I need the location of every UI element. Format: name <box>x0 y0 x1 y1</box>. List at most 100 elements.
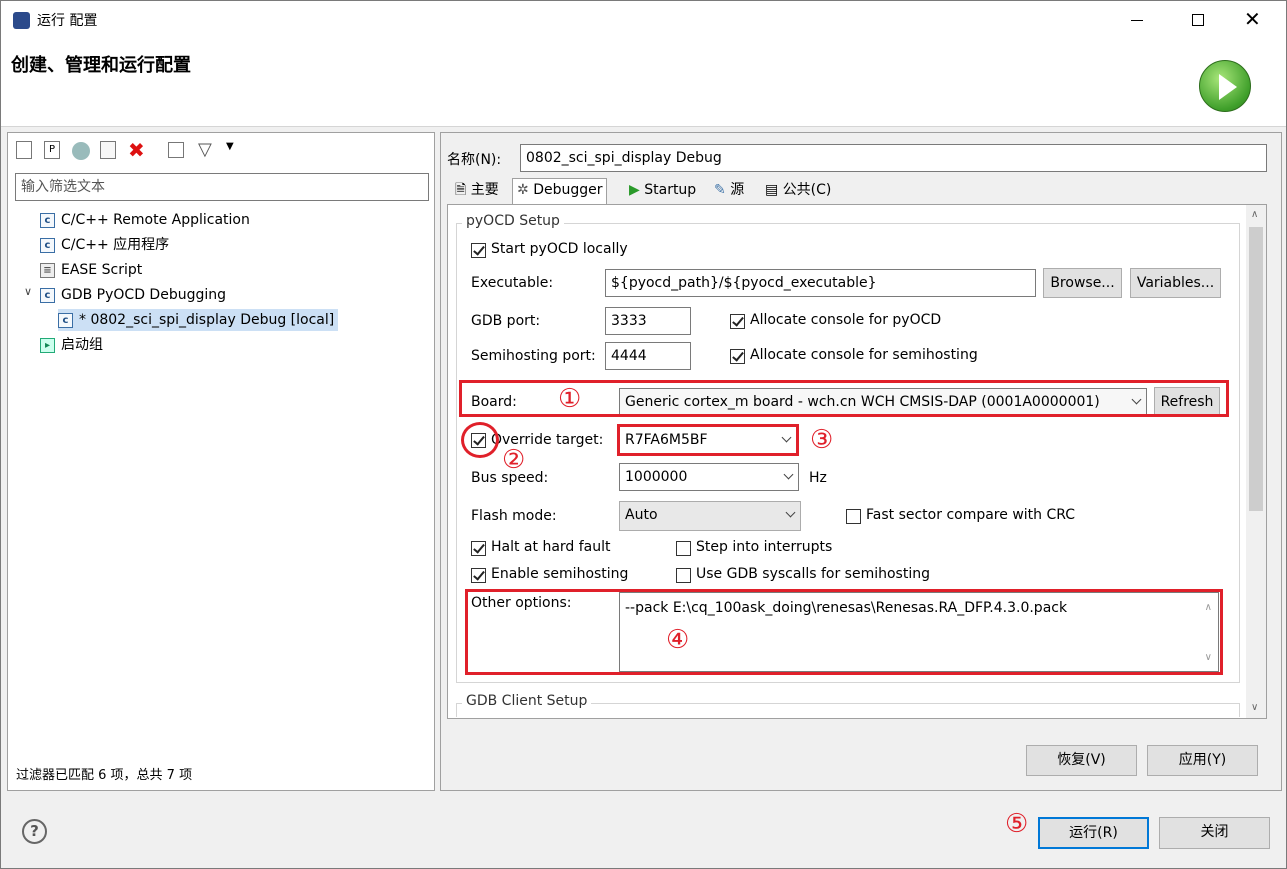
tab-startup[interactable]: ▶ Startup <box>625 179 700 204</box>
minimize-icon[interactable] <box>1131 20 1143 21</box>
launch-group-icon: ▸ <box>40 337 55 353</box>
apply-button[interactable]: 应用(Y) <box>1147 745 1258 776</box>
gdb-syscalls-checkbox[interactable] <box>676 568 691 583</box>
tree-item-label: 启动组 <box>61 337 103 353</box>
c-file-icon: c <box>40 287 55 303</box>
browse-button[interactable]: Browse... <box>1043 268 1122 298</box>
export-icon[interactable] <box>72 142 90 160</box>
tree-item-app[interactable]: c C/C++ 应用程序 <box>40 234 169 256</box>
tree-item-selected-config[interactable]: c * 0802_sci_spi_display Debug [local] <box>58 309 339 331</box>
tab-label: 源 <box>730 182 745 198</box>
filter-input[interactable]: 输入筛选文本 <box>15 173 429 201</box>
close-button[interactable]: 关闭 <box>1159 817 1270 849</box>
enable-semihosting-label: Enable semihosting <box>491 566 629 582</box>
run-icon <box>1199 60 1251 112</box>
filter-icon[interactable]: ▽ <box>198 139 212 160</box>
annotation-5: ⑤ <box>1005 809 1029 839</box>
run-configurations-dialog: 运行 配置 ✕ 创建、管理和运行配置 P ✖ ▽ ▼ 输入筛选文本 c C/C++… <box>0 0 1287 869</box>
annotation-checkbox-circle <box>461 422 499 458</box>
scrollbar-thumb[interactable] <box>1249 227 1263 511</box>
pyocd-group-title: pyOCD Setup <box>462 213 564 229</box>
tree-item-ease[interactable]: ≡ EASE Script <box>40 259 142 281</box>
tab-common[interactable]: ▤ 公共(C) <box>761 179 835 204</box>
new-config-icon[interactable] <box>16 141 32 159</box>
annotation-4: ④ <box>666 625 690 655</box>
tree-item-launch-group[interactable]: ▸ 启动组 <box>40 334 103 356</box>
fast-sector-checkbox[interactable] <box>846 509 861 524</box>
tab-source[interactable]: ✎ 源 <box>710 179 748 204</box>
allocate-semihosting-label: Allocate console for semihosting <box>750 347 978 363</box>
flash-mode-label: Flash mode: <box>471 508 557 524</box>
config-list-panel: P ✖ ▽ ▼ 输入筛选文本 c C/C++ Remote Application… <box>7 132 435 791</box>
window-title: 运行 配置 <box>37 13 98 29</box>
delete-icon[interactable]: ✖ <box>128 138 145 162</box>
tree-item-label: * 0802_sci_spi_display Debug [local] <box>79 312 335 328</box>
scroll-up-icon[interactable]: ∧ <box>1251 209 1258 220</box>
start-pyocd-checkbox[interactable] <box>471 243 486 258</box>
collapse-all-icon[interactable] <box>168 142 184 158</box>
bus-speed-value: 1000000 <box>625 469 688 485</box>
tab-main[interactable]: 🗎 主要 <box>451 179 503 204</box>
filter-status: 过滤器已匹配 6 项，总共 7 项 <box>16 768 193 783</box>
toolbar: P ✖ ▽ ▼ <box>14 138 254 163</box>
chevron-down-icon[interactable]: ∨ <box>24 285 32 298</box>
common-icon: ▤ <box>765 182 779 198</box>
tree-item-pyocd[interactable]: c GDB PyOCD Debugging <box>40 284 226 306</box>
scroll-down-icon[interactable]: ∨ <box>1251 702 1258 713</box>
c-file-icon: c <box>40 212 55 228</box>
name-label: 名称(N): <box>447 152 502 168</box>
tab-debugger[interactable]: ✲ Debugger <box>512 178 608 205</box>
enable-semihosting-checkbox[interactable] <box>471 568 486 583</box>
c-file-icon: c <box>40 237 55 253</box>
flash-mode-select[interactable]: Auto <box>619 501 801 531</box>
variables-button[interactable]: Variables... <box>1130 268 1221 298</box>
chevron-down-icon <box>783 469 794 480</box>
name-field[interactable]: 0802_sci_spi_display Debug <box>520 144 1267 172</box>
title-bar: 运行 配置 ✕ <box>1 1 1286 39</box>
new-prototype-icon[interactable]: P <box>44 141 60 159</box>
gdb-client-group-title: GDB Client Setup <box>462 693 592 709</box>
tab-label: Debugger <box>533 182 603 198</box>
view-menu-icon[interactable]: ▼ <box>226 141 234 152</box>
annotation-options-box <box>465 589 1223 675</box>
revert-button[interactable]: 恢复(V) <box>1026 745 1137 776</box>
document-icon: 🗎 <box>455 182 467 198</box>
tree-item-remote[interactable]: c C/C++ Remote Application <box>40 209 250 231</box>
halt-checkbox[interactable] <box>471 541 486 556</box>
annotation-2: ② <box>502 445 526 475</box>
tree-item-label: C/C++ 应用程序 <box>61 237 170 253</box>
annotation-3: ③ <box>810 425 834 455</box>
allocate-console-label: Allocate console for pyOCD <box>750 312 942 328</box>
step-interrupts-checkbox[interactable] <box>676 541 691 556</box>
annotation-target-box <box>617 424 799 456</box>
help-icon[interactable]: ? <box>22 819 47 844</box>
app-icon <box>13 12 30 29</box>
chevron-down-icon <box>785 507 796 518</box>
maximize-icon[interactable] <box>1192 14 1204 26</box>
tree-item-label: EASE Script <box>61 262 143 278</box>
halt-label: Halt at hard fault <box>491 539 611 555</box>
tab-label: 公共(C) <box>782 182 832 198</box>
gdb-port-field[interactable]: 3333 <box>605 307 691 335</box>
close-window-icon[interactable]: ✕ <box>1244 9 1261 29</box>
script-icon: ≡ <box>40 262 55 278</box>
executable-field[interactable]: ${pyocd_path}/${pyocd_executable} <box>605 269 1036 297</box>
bus-speed-select[interactable]: 1000000 <box>619 463 799 491</box>
step-interrupts-label: Step into interrupts <box>696 539 833 555</box>
fast-sector-label: Fast sector compare with CRC <box>866 507 1076 523</box>
play-icon: ▶ <box>629 182 640 198</box>
allocate-console-checkbox[interactable] <box>730 314 745 329</box>
run-button[interactable]: 运行(R) <box>1038 817 1149 849</box>
c-file-icon: c <box>58 312 73 328</box>
tree-item-label: C/C++ Remote Application <box>61 212 250 228</box>
hz-label: Hz <box>809 470 827 486</box>
scrollbar[interactable]: ∧ ∨ <box>1246 205 1266 718</box>
gdb-syscalls-label: Use GDB syscalls for semihosting <box>696 566 930 582</box>
semihosting-port-field[interactable]: 4444 <box>605 342 691 370</box>
allocate-semihosting-checkbox[interactable] <box>730 349 745 364</box>
tab-label: 主要 <box>470 182 499 198</box>
bug-icon: ✲ <box>517 182 529 198</box>
dialog-heading: 创建、管理和运行配置 <box>11 55 191 76</box>
duplicate-icon[interactable] <box>100 141 116 159</box>
source-icon: ✎ <box>714 182 726 198</box>
